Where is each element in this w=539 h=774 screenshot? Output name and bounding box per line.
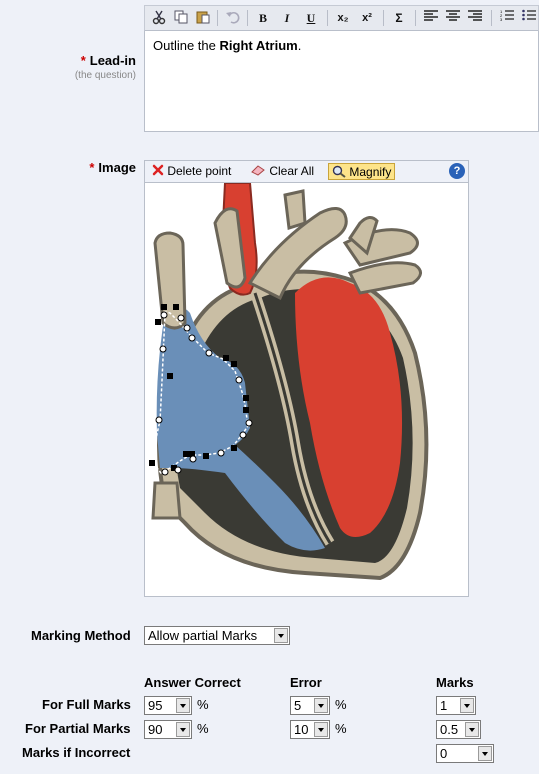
underline-button[interactable]: U xyxy=(301,9,321,27)
col-answer-correct: Answer Correct xyxy=(144,675,241,690)
symbol-button[interactable]: Σ xyxy=(389,9,409,27)
cut-icon[interactable] xyxy=(149,9,169,27)
leadin-sublabel: (the question) xyxy=(74,70,136,81)
clear-all-button[interactable]: Clear All xyxy=(247,163,317,180)
chevron-down-icon xyxy=(274,628,288,643)
required-marker: * xyxy=(80,53,86,68)
incorrect-marks-label: Marks if Incorrect xyxy=(22,745,131,760)
delete-point-label: Delete point xyxy=(167,164,232,178)
incorrect-marks-select[interactable]: 0 xyxy=(436,744,494,763)
leadin-text-suffix: . xyxy=(297,38,302,53)
help-icon[interactable]: ? xyxy=(449,163,465,179)
image-canvas[interactable] xyxy=(144,183,469,597)
align-center-icon[interactable] xyxy=(443,9,463,27)
magnify-label: Magnify xyxy=(349,165,392,179)
heart-illustration[interactable] xyxy=(145,183,469,597)
chevron-down-icon xyxy=(176,722,190,737)
magnify-button[interactable]: Magnify xyxy=(328,163,396,180)
marking-method-label: Marking Method xyxy=(31,628,131,643)
delete-icon xyxy=(152,164,164,176)
full-marks-value: 1 xyxy=(440,698,448,713)
chevron-down-icon xyxy=(460,698,474,713)
percent-sign: % xyxy=(335,697,347,712)
col-error: Error xyxy=(290,675,322,690)
chevron-down-icon xyxy=(176,698,190,713)
chevron-down-icon xyxy=(314,722,328,737)
marking-method-select[interactable]: Allow partial Marks xyxy=(144,626,290,645)
partial-marks-label: For Partial Marks xyxy=(25,721,131,736)
full-marks-select[interactable]: 1 xyxy=(436,696,476,715)
chevron-down-icon xyxy=(478,746,492,761)
delete-point-button[interactable]: Delete point xyxy=(149,163,234,180)
full-error-select[interactable]: 5 xyxy=(290,696,330,715)
percent-sign: % xyxy=(197,697,209,712)
subscript-button[interactable]: x₂ xyxy=(333,9,353,27)
partial-marks-value: 0.5 xyxy=(440,722,459,737)
required-marker: * xyxy=(89,160,95,175)
copy-icon[interactable] xyxy=(171,9,191,27)
full-error-value: 5 xyxy=(294,698,302,713)
leadin-label: Lead-in xyxy=(89,53,136,68)
svg-text:3: 3 xyxy=(500,17,503,22)
undo-icon[interactable] xyxy=(223,9,243,27)
col-marks: Marks xyxy=(436,675,474,690)
paste-icon[interactable] xyxy=(193,9,213,27)
partial-marks-select[interactable]: 0.5 xyxy=(436,720,481,739)
magnify-icon xyxy=(332,165,346,178)
chevron-down-icon xyxy=(465,722,479,737)
align-left-icon[interactable] xyxy=(421,9,441,27)
leadin-text-prefix: Outline the xyxy=(153,38,220,53)
percent-sign: % xyxy=(335,721,347,736)
align-right-icon[interactable] xyxy=(465,9,485,27)
partial-answer-select[interactable]: 90 xyxy=(144,720,192,739)
partial-answer-value: 90 xyxy=(148,722,163,737)
chevron-down-icon xyxy=(314,698,328,713)
clear-all-label: Clear All xyxy=(269,164,315,178)
bold-button[interactable]: B xyxy=(253,9,273,27)
unordered-list-icon[interactable] xyxy=(519,9,539,27)
leadin-editor[interactable]: Outline the Right Atrium. xyxy=(144,31,539,132)
percent-sign: % xyxy=(197,721,209,736)
marking-method-value: Allow partial Marks xyxy=(148,628,258,643)
eraser-icon xyxy=(251,165,265,176)
image-label-group: * Image xyxy=(74,160,136,175)
image-toolbar: Delete point Clear All Magnify ? xyxy=(144,160,469,183)
superscript-button[interactable]: x² xyxy=(357,9,377,27)
ordered-list-icon[interactable]: 123 xyxy=(497,9,517,27)
full-marks-label: For Full Marks xyxy=(42,697,131,712)
leadin-text-bold: Right Atrium xyxy=(219,38,298,53)
italic-button[interactable]: I xyxy=(277,9,297,27)
leadin-label-group: * Lead-in xyxy=(74,53,136,68)
full-answer-select[interactable]: 95 xyxy=(144,696,192,715)
incorrect-marks-value: 0 xyxy=(440,746,448,761)
partial-error-value: 10 xyxy=(294,722,309,737)
full-answer-value: 95 xyxy=(148,698,163,713)
image-label: Image xyxy=(98,160,136,175)
rich-text-toolbar: B I U x₂ x² Σ 123 xyxy=(144,5,539,31)
partial-error-select[interactable]: 10 xyxy=(290,720,330,739)
